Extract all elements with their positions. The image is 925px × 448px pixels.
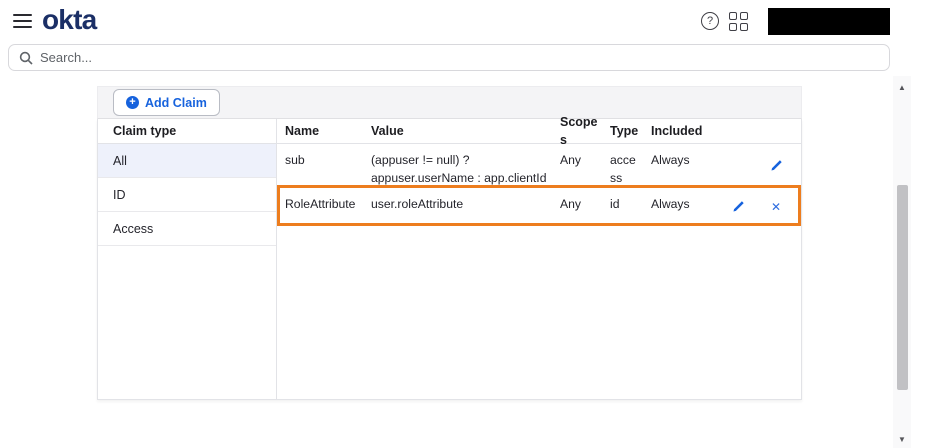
col-header-value: Value (371, 123, 404, 138)
table-row-roleattribute: RoleAttribute user.roleAttribute Any id … (277, 188, 801, 226)
vertical-scrollbar[interactable]: ▲ ▼ (893, 76, 911, 448)
claim-type-header: Claim type (98, 119, 276, 144)
scroll-down-icon[interactable]: ▼ (893, 432, 911, 446)
search-icon (19, 51, 33, 65)
claim-scopes: Any (560, 153, 582, 167)
claim-included: Always (651, 153, 690, 167)
claim-value: user.roleAttribute (371, 197, 464, 211)
col-header-type: Type (610, 123, 639, 138)
edit-claim-icon[interactable] (769, 159, 783, 173)
claim-type: access (610, 153, 636, 185)
claim-type-access[interactable]: Access (98, 212, 276, 246)
scrollbar-thumb[interactable] (896, 185, 908, 390)
top-bar: okta ? (0, 0, 925, 42)
claims-table: Claim type All ID Access Name Value Scop… (97, 115, 802, 400)
col-header-name: Name (285, 123, 320, 138)
add-claim-label: Add Claim (145, 95, 207, 110)
apps-grid-icon[interactable] (729, 12, 748, 31)
col-header-included: Included (651, 123, 703, 138)
add-claim-button[interactable]: + Add Claim (113, 89, 220, 116)
scroll-up-icon[interactable]: ▲ (893, 80, 911, 94)
claim-type: id (610, 197, 620, 211)
claim-type-pane: Claim type All ID Access (98, 119, 277, 399)
okta-admin-screen: okta ? + Add Claim Claim type All ID Acc… (0, 0, 925, 448)
claim-scopes: Any (560, 197, 582, 211)
claim-name: RoleAttribute (285, 197, 356, 211)
claims-toolbar: + Add Claim (97, 86, 802, 119)
row-actions (721, 144, 801, 187)
menu-icon[interactable] (13, 14, 32, 28)
global-search[interactable] (8, 44, 890, 71)
redacted-account-info (768, 8, 890, 35)
claim-included: Always (651, 197, 690, 211)
claim-value: (appuser != null) ? appuser.userName : a… (371, 153, 547, 185)
claim-type-all[interactable]: All (98, 144, 276, 178)
claims-table-header: Name Value Scopes Type Included (277, 115, 801, 147)
row-actions: ✕ (721, 188, 801, 225)
claim-type-id[interactable]: ID (98, 178, 276, 212)
edit-claim-icon[interactable] (731, 200, 745, 214)
claims-list-pane: Name Value Scopes Type Included sub (app… (277, 115, 801, 399)
claim-name: sub (285, 153, 305, 167)
help-icon[interactable]: ? (701, 12, 719, 30)
plus-circle-icon: + (126, 96, 139, 109)
claims-section: + Add Claim Claim type All ID Access Nam… (97, 86, 802, 400)
search-input[interactable] (40, 50, 879, 65)
okta-logo: okta (42, 4, 97, 35)
table-row-sub: sub (appuser != null) ? appuser.userName… (277, 144, 801, 188)
delete-claim-icon[interactable]: ✕ (769, 200, 783, 214)
